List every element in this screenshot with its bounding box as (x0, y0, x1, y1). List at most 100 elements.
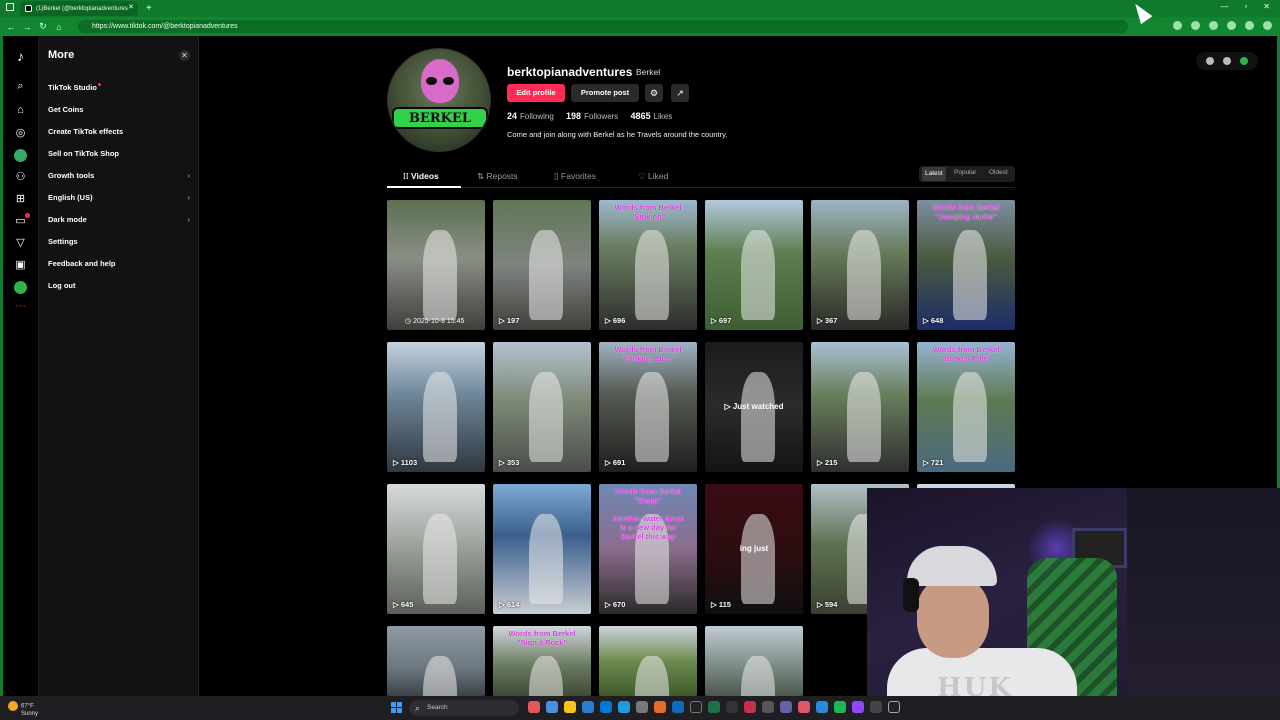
tab-reposts[interactable]: ⇅ Reposts (477, 171, 518, 182)
edge-icon[interactable] (618, 701, 630, 713)
menu-item-log-out[interactable]: Log out (48, 281, 190, 290)
menu-item-get-coins[interactable]: Get Coins (48, 105, 190, 114)
refresh-icon[interactable]: ↻ (38, 21, 48, 32)
app-icon[interactable] (762, 701, 774, 713)
following-label[interactable]: Following (520, 112, 554, 121)
video-thumbnail[interactable]: ▷ 1103 (387, 342, 485, 472)
menu-item-dark-mode[interactable]: Dark mode › (48, 215, 190, 224)
url-field[interactable]: https://www.tiktok.com/@berktopianadvent… (78, 20, 1128, 33)
sort-oldest[interactable]: Oldest (989, 169, 1008, 176)
menu-item-tiktok-studio[interactable]: TikTok Studio (48, 83, 190, 92)
explore-icon[interactable]: ◎ (14, 127, 27, 140)
tool-icon[interactable] (1205, 57, 1214, 65)
close-tab-icon[interactable]: ✕ (128, 3, 134, 11)
menu-item-language[interactable]: English (US) › (48, 193, 190, 202)
spotify-icon[interactable] (834, 701, 846, 713)
app-icon[interactable] (528, 701, 540, 713)
file-explorer-icon[interactable] (564, 701, 576, 713)
tab-liked[interactable]: ♡ Liked (638, 171, 668, 182)
video-thumbnail[interactable]: ▷ 215 (811, 342, 909, 472)
tab-videos[interactable]: ⁞⁞ Videos (403, 171, 439, 181)
profile-icon[interactable] (14, 281, 27, 294)
edit-profile-button[interactable]: Edit profile (507, 84, 565, 102)
promote-post-button[interactable]: Promote post (571, 84, 639, 102)
upload-icon[interactable]: ⊞ (14, 193, 27, 206)
video-thumbnail[interactable]: ▷ 614 (493, 484, 591, 614)
favorites-icon[interactable] (1227, 21, 1236, 30)
video-thumbnail[interactable]: ing just ▷ 115 (705, 484, 803, 614)
extension-icon[interactable] (1173, 21, 1182, 30)
video-thumbnail[interactable]: ▷ 645 (387, 484, 485, 614)
tiktok-logo-icon[interactable]: ♪ (14, 49, 27, 63)
menu-item-growth-tools[interactable]: Growth tools › (48, 171, 190, 180)
sort-popular[interactable]: Popular (954, 169, 976, 176)
close-window-icon[interactable]: ✕ (1263, 2, 1270, 11)
video-thumbnail[interactable]: ▷ Just watched (705, 342, 803, 472)
windows-start-icon[interactable] (391, 702, 403, 714)
video-thumbnail[interactable]: Words from Berkel "Sinking Line" ▷ 691 (599, 342, 697, 472)
video-thumbnail[interactable]: ▷ 353 (493, 342, 591, 472)
app-icon[interactable] (780, 701, 792, 713)
app-icon[interactable] (816, 701, 828, 713)
video-thumbnail[interactable]: Words from Berkel "Sleep" Another water … (599, 484, 697, 614)
video-thumbnail[interactable]: ▷ 367 (811, 200, 909, 330)
settings-icon[interactable]: ⚙ (645, 84, 663, 102)
outlook-icon[interactable] (600, 701, 612, 713)
device-icon[interactable] (1222, 57, 1231, 65)
extension-icon[interactable] (1209, 21, 1218, 30)
video-thumbnail[interactable]: ▷ 697 (705, 200, 803, 330)
app-icon[interactable] (582, 701, 594, 713)
minimize-icon[interactable]: — (1220, 2, 1228, 11)
menu-item-create-effects[interactable]: Create TikTok effects (48, 127, 190, 136)
search-icon[interactable]: ⌕ (14, 80, 27, 93)
firefox-icon[interactable] (654, 701, 666, 713)
app-icon[interactable] (546, 701, 558, 713)
profile-icon[interactable] (1245, 21, 1254, 30)
followers-label[interactable]: Followers (584, 112, 618, 121)
app-icon[interactable] (744, 701, 756, 713)
app-icon[interactable] (888, 701, 900, 713)
video-thumbnail[interactable] (705, 626, 803, 696)
video-thumbnail[interactable]: Words from Berkel "Jumping Jacks" ▷ 648 (917, 200, 1015, 330)
home-icon[interactable]: ⌂ (54, 22, 64, 32)
sort-latest[interactable]: Latest (922, 167, 946, 181)
maximize-icon[interactable]: ▫ (1244, 2, 1247, 11)
profile-avatar[interactable]: BERKEL (387, 48, 491, 152)
video-thumbnail[interactable] (599, 626, 697, 696)
menu-item-sell-shop[interactable]: Sell on TikTok Shop (48, 149, 190, 158)
taskbar-search[interactable]: Search (409, 700, 519, 716)
video-thumbnail[interactable]: ▷ 197 (493, 200, 591, 330)
video-thumbnail[interactable] (387, 626, 485, 696)
inbox-icon[interactable]: ▭ (14, 213, 30, 228)
extension-icon[interactable] (1191, 21, 1200, 30)
app-icon[interactable] (852, 701, 864, 713)
video-thumbnail[interactable]: Words from Berkel "Broken Pole" ▷ 721 (917, 342, 1015, 472)
tab-actions-icon[interactable] (6, 3, 14, 11)
menu-item-settings[interactable]: Settings (48, 237, 190, 246)
app-icon[interactable] (672, 701, 684, 713)
close-icon[interactable]: ✕ (179, 50, 190, 61)
more-icon[interactable]: ··· (14, 300, 27, 313)
app-icon[interactable] (690, 701, 702, 713)
new-tab-button[interactable]: + (146, 3, 152, 14)
app-icon[interactable] (870, 701, 882, 713)
app-icon[interactable] (708, 701, 720, 713)
weather-widget[interactable]: 67°F Sunny (8, 701, 38, 717)
copilot-icon[interactable] (1263, 21, 1272, 30)
forward-icon[interactable]: → (22, 22, 32, 32)
app-icon[interactable] (798, 701, 810, 713)
video-thumbnail[interactable]: Words from Berkel "Sinking" ▷ 696 (599, 200, 697, 330)
app-icon[interactable] (636, 701, 648, 713)
back-icon[interactable]: ← (6, 22, 16, 32)
avatar-icon[interactable] (14, 149, 27, 162)
tab-favorites[interactable]: ▯ Favorites (554, 171, 596, 182)
app-icon[interactable] (726, 701, 738, 713)
video-thumbnail[interactable]: Words from Berkel "Sign a Rock" (493, 626, 591, 696)
video-thumbnail[interactable]: ◷ 2025-10-8 15:45 (387, 200, 485, 330)
menu-item-feedback[interactable]: Feedback and help (48, 259, 190, 268)
share-icon[interactable]: ↗ (671, 84, 689, 102)
live-icon[interactable]: ▣ (14, 259, 27, 272)
activity-icon[interactable]: ▽ (14, 237, 27, 250)
browser-tab[interactable]: (1)Berkel (@berktopianadventures ✕ (20, 1, 138, 16)
following-icon[interactable]: ⚇ (14, 171, 27, 184)
